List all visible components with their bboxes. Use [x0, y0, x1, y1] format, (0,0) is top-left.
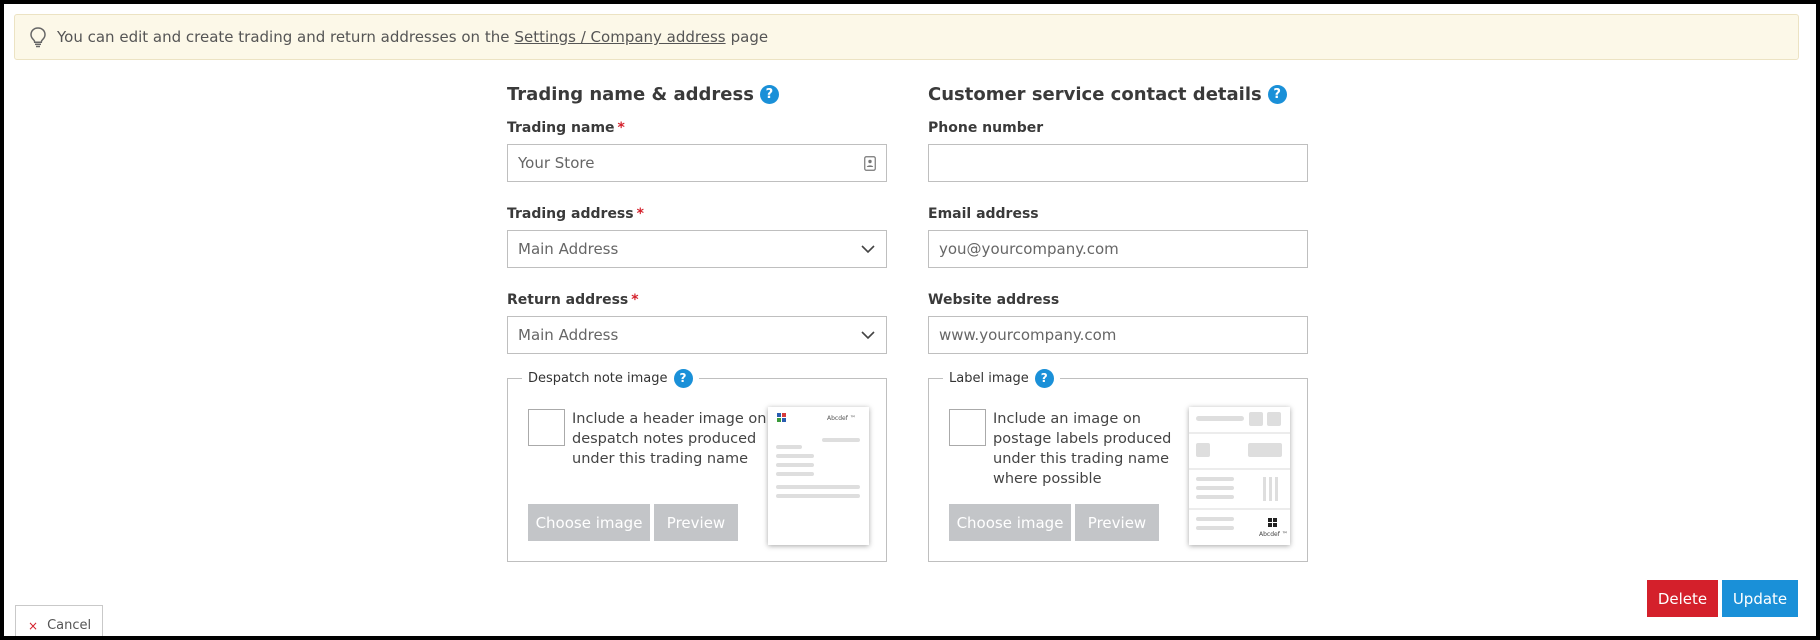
- trading-address-label-text: Trading address: [507, 206, 634, 222]
- chevron-down-icon: [861, 331, 875, 340]
- despatch-choose-image-button[interactable]: Choose image: [528, 504, 650, 541]
- despatch-note-image-group: Despatch note image ? Include a header i…: [507, 367, 887, 562]
- despatch-note-thumbnail: Abcdef ™: [768, 407, 869, 545]
- trading-name-value: Your Store: [518, 154, 595, 172]
- trading-help-icon[interactable]: ?: [759, 84, 779, 104]
- lightbulb-icon: [30, 27, 46, 48]
- contact-section: Customer service contact details ? Phone…: [928, 82, 1308, 354]
- info-notice: You can edit and create trading and retu…: [14, 14, 1799, 60]
- trading-name-label: Trading name *: [507, 120, 887, 138]
- contact-help-icon[interactable]: ?: [1267, 84, 1287, 104]
- notice-text-end: page: [730, 28, 769, 46]
- chevron-down-icon: [861, 245, 875, 254]
- return-address-label-text: Return address: [507, 292, 629, 308]
- trading-name-label-text: Trading name: [507, 120, 615, 136]
- label-image-group: Label image ? Include an image on postag…: [928, 367, 1308, 562]
- company-address-link[interactable]: Settings / Company address: [514, 28, 725, 46]
- label-preview-button[interactable]: Preview: [1075, 504, 1159, 541]
- required-marker: *: [617, 120, 625, 136]
- label-choose-image-button[interactable]: Choose image: [949, 504, 1071, 541]
- email-label: Email address: [928, 206, 1039, 222]
- cancel-label: Cancel: [47, 618, 92, 633]
- label-image-checkbox[interactable]: [949, 409, 986, 446]
- required-marker: *: [636, 206, 644, 222]
- despatch-image-checkbox[interactable]: [528, 409, 565, 446]
- website-label: Website address: [928, 292, 1060, 308]
- required-marker: *: [631, 292, 639, 308]
- return-address-value: Main Address: [518, 326, 619, 344]
- despatch-help-icon[interactable]: ?: [673, 368, 693, 388]
- trading-name-input[interactable]: Your Store: [507, 144, 887, 182]
- close-icon: ×: [28, 618, 39, 633]
- settings-form-page: You can edit and create trading and retu…: [4, 4, 1816, 636]
- cancel-button[interactable]: × Cancel: [15, 605, 103, 636]
- email-placeholder: you@yourcompany.com: [939, 240, 1119, 258]
- postage-label-thumbnail: Abcdef ™: [1189, 407, 1290, 545]
- label-legend-text: Label image: [949, 370, 1029, 386]
- label-thumb-brand-text: Abcdef ™: [1259, 531, 1288, 538]
- despatch-preview-button[interactable]: Preview: [654, 504, 738, 541]
- email-input[interactable]: you@yourcompany.com: [928, 230, 1308, 268]
- contact-title-text: Customer service contact details: [928, 83, 1262, 105]
- despatch-note-preview-graphic: Abcdef ™: [776, 413, 860, 498]
- return-address-label: Return address *: [507, 292, 887, 310]
- trading-address-value: Main Address: [518, 240, 619, 258]
- phone-label: Phone number: [928, 120, 1044, 136]
- contact-section-title: Customer service contact details ?: [928, 82, 1308, 106]
- trading-section: Trading name & address ? Trading name * Y…: [507, 82, 887, 354]
- thumb-brand-text: Abcdef ™: [827, 415, 856, 422]
- contact-card-icon[interactable]: [864, 156, 876, 171]
- return-address-select[interactable]: Main Address: [507, 316, 887, 354]
- despatch-checkbox-label: Include a header image on despatch notes…: [572, 411, 767, 467]
- phone-input[interactable]: [928, 144, 1308, 182]
- postage-label-preview-graphic: Abcdef ™: [1189, 412, 1290, 538]
- label-checkbox-label: Include an image on postage labels produ…: [993, 411, 1172, 487]
- despatch-legend-text: Despatch note image: [528, 370, 668, 386]
- delete-button[interactable]: Delete: [1647, 580, 1718, 617]
- trading-title-text: Trading name & address: [507, 83, 754, 105]
- trading-address-label: Trading address *: [507, 206, 887, 224]
- trading-section-title: Trading name & address ?: [507, 82, 887, 106]
- website-input[interactable]: www.yourcompany.com: [928, 316, 1308, 354]
- label-legend: Label image ?: [943, 367, 1060, 389]
- trading-address-select[interactable]: Main Address: [507, 230, 887, 268]
- notice-text: You can edit and create trading and retu…: [57, 28, 510, 46]
- label-help-icon[interactable]: ?: [1034, 368, 1054, 388]
- website-placeholder: www.yourcompany.com: [939, 326, 1117, 344]
- update-button[interactable]: Update: [1722, 580, 1798, 617]
- despatch-legend: Despatch note image ?: [522, 367, 699, 389]
